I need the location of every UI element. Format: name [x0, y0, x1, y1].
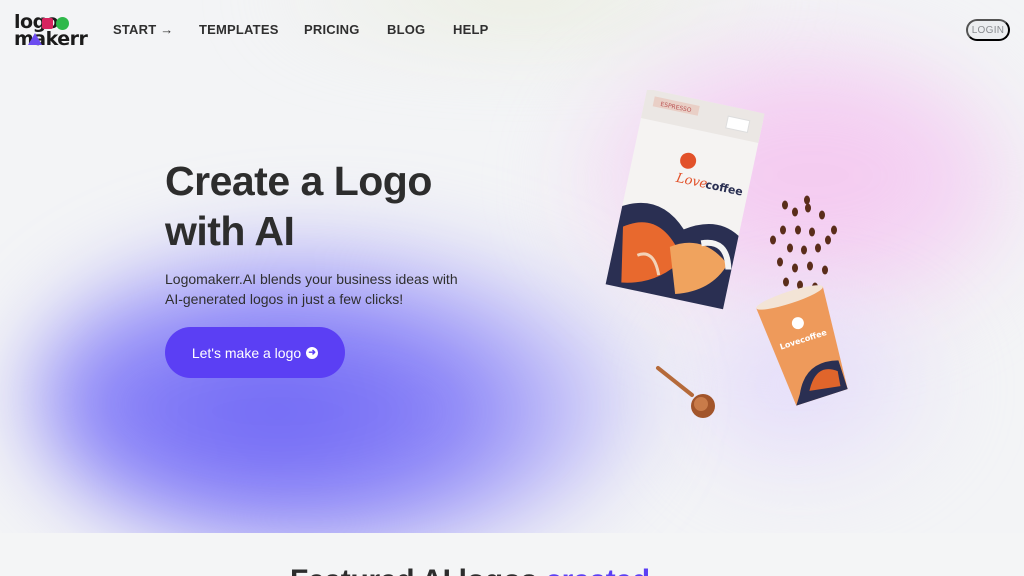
nav-start[interactable]: START → — [113, 22, 173, 37]
hero-section: logo makerr START → TEMPLATES PRICING BL… — [0, 0, 1024, 533]
nav-templates[interactable]: TEMPLATES — [199, 22, 279, 37]
arrow-right-icon: → — [160, 22, 174, 37]
coffee-illustration: ESPRESSO Love coffee Lovecoffee — [605, 90, 848, 418]
hero-subtitle: Logomakerr.AI blends your business ideas… — [165, 269, 485, 309]
logo-triangle-icon — [28, 33, 42, 45]
hero-title-line-1: Create a Logo — [165, 158, 432, 204]
featured-heading-accent: created — [545, 564, 650, 576]
nav-blog[interactable]: BLOG — [387, 22, 425, 37]
featured-heading-start: Featured AI logos — [290, 564, 537, 576]
nav-help[interactable]: HELP — [453, 22, 488, 37]
measuring-spoon-image — [656, 366, 715, 418]
make-logo-button[interactable]: Let's make a logo ➜ — [165, 327, 345, 378]
coffee-cup-image: Lovecoffee — [756, 285, 848, 406]
featured-heading: Featured AI logos created — [290, 564, 650, 576]
hero-subtitle-line-1: Logomakerr.AI blends your business ideas… — [165, 271, 458, 287]
make-logo-button-label: Let's make a logo — [191, 344, 302, 361]
nav-start-label: START — [113, 22, 157, 37]
login-button[interactable]: LOGIN — [966, 19, 1010, 41]
coffee-bag-image: ESPRESSO Love coffee — [605, 90, 765, 310]
logomakerr-logo[interactable]: logo makerr — [14, 13, 88, 49]
featured-section: Featured AI logos created — [0, 533, 1024, 576]
hero-title-line-2: with AI — [165, 208, 295, 254]
logo-line-2: makerr — [14, 28, 88, 50]
nav-pricing[interactable]: PRICING — [304, 22, 360, 37]
coffee-beans-image — [770, 195, 837, 292]
hero-title: Create a Logo with AI — [165, 156, 505, 256]
arrow-circle-right-icon: ➜ — [306, 346, 319, 359]
hero-subtitle-line-2: AI-generated logos in just a few clicks! — [165, 291, 404, 307]
